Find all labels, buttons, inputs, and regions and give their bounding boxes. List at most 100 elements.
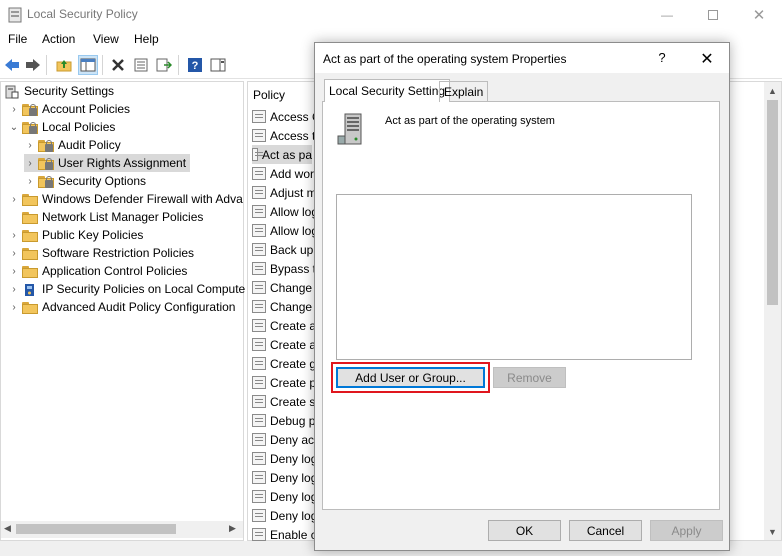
chevron-right-icon[interactable]: › <box>8 103 20 115</box>
close-window-button[interactable]: ✕ <box>736 0 782 30</box>
back-button[interactable] <box>2 55 22 75</box>
chevron-down-icon[interactable]: ⌄ <box>8 121 20 133</box>
policy-row[interactable]: Adjust m <box>252 183 317 202</box>
tree-item-software-restriction[interactable]: › Software Restriction Policies <box>8 244 194 262</box>
policy-row[interactable]: Deny log <box>252 468 317 487</box>
tab-explain[interactable]: Explain <box>439 81 489 102</box>
export-list-button[interactable] <box>154 55 174 75</box>
policy-icon <box>252 452 266 465</box>
window-title: Local Security Policy <box>27 7 138 21</box>
policy-row[interactable]: Create sy <box>252 392 321 411</box>
tree-scroll-thumb[interactable] <box>16 524 176 534</box>
tree-item-application-control[interactable]: › Application Control Policies <box>8 262 187 280</box>
tree-item-account-policies[interactable]: › Account Policies <box>8 100 130 118</box>
policy-row[interactable]: Create p <box>252 373 316 392</box>
policy-row-label: Create p <box>270 375 317 390</box>
delete-button[interactable] <box>108 55 128 75</box>
minimize-button[interactable]: — <box>644 0 690 30</box>
menu-view[interactable]: View <box>93 32 119 46</box>
policy-row[interactable]: Back up <box>252 240 313 259</box>
policy-row[interactable]: Debug p <box>252 411 315 430</box>
maximize-button[interactable] <box>690 0 736 30</box>
cancel-button[interactable]: Cancel <box>569 520 642 541</box>
policy-row[interactable]: Change t <box>252 297 319 316</box>
tree-item-windows-defender-firewall[interactable]: › Windows Defender Firewall with Adva <box>8 190 242 208</box>
policy-row[interactable]: Access th <box>252 126 322 145</box>
delete-x-icon <box>112 59 124 71</box>
scroll-left-icon[interactable]: ◀ <box>4 523 11 534</box>
scroll-right-icon[interactable]: ▶ <box>229 523 236 534</box>
policy-row[interactable]: Bypass tr <box>252 259 320 278</box>
tree-item-public-key-policies[interactable]: › Public Key Policies <box>8 226 143 244</box>
chevron-right-icon[interactable]: › <box>8 283 20 295</box>
help-button[interactable]: ? <box>185 55 205 75</box>
toolbar-separator <box>46 55 47 75</box>
menu-file[interactable]: File <box>8 32 27 46</box>
export-icon <box>156 58 172 72</box>
policy-row-label: Deny log <box>270 489 318 504</box>
policy-row[interactable]: Add wor <box>252 164 314 183</box>
tree-item-network-list-manager[interactable]: › Network List Manager Policies <box>8 208 203 226</box>
policy-icon <box>252 243 266 256</box>
chevron-right-icon[interactable]: › <box>8 247 20 259</box>
policy-row[interactable]: Create a <box>252 335 316 354</box>
policy-scroll-thumb[interactable] <box>767 100 778 305</box>
svg-text:?: ? <box>192 60 199 72</box>
policy-row-label: Allow log <box>270 223 319 238</box>
dialog-title: Act as part of the operating system Prop… <box>323 52 567 66</box>
policy-row[interactable]: Allow log <box>252 202 318 221</box>
policy-row[interactable]: Allow log <box>252 221 318 240</box>
users-groups-listbox[interactable] <box>336 194 692 360</box>
policy-row[interactable]: Access C <box>252 107 321 126</box>
close-icon: ✕ <box>752 7 766 24</box>
show-action-pane-button[interactable] <box>208 55 228 75</box>
policy-row[interactable]: Create gl <box>252 354 319 373</box>
policy-icon <box>252 110 266 123</box>
ok-button[interactable]: OK <box>488 520 561 541</box>
tree-item-advanced-audit[interactable]: › Advanced Audit Policy Configuration <box>8 298 235 316</box>
policy-column-header[interactable]: Policy <box>253 88 285 102</box>
properties-button[interactable] <box>131 55 151 75</box>
chevron-right-icon[interactable]: › <box>24 139 36 151</box>
chevron-right-icon[interactable]: › <box>8 193 20 205</box>
policy-icon <box>252 395 266 408</box>
tree-item-local-policies[interactable]: ⌄ Local Policies <box>8 118 116 136</box>
up-level-button[interactable] <box>54 55 74 75</box>
app-icon <box>8 7 22 23</box>
action-pane-icon <box>210 58 226 72</box>
add-user-or-group-button[interactable]: Add User or Group... <box>336 367 485 388</box>
forward-button[interactable] <box>23 55 43 75</box>
menu-help[interactable]: Help <box>134 32 159 46</box>
tree-item-ip-security[interactable]: › IP Security Policies on Local Compute <box>8 280 245 298</box>
dialog-help-button[interactable]: ? <box>652 50 672 65</box>
scroll-up-icon[interactable]: ▲ <box>768 86 777 96</box>
tree-item-audit-policy[interactable]: › Audit Policy <box>24 136 120 154</box>
chevron-right-icon[interactable]: › <box>8 229 20 241</box>
folder-icon <box>22 229 38 242</box>
policy-row[interactable]: Change t <box>252 278 319 297</box>
chevron-right-icon[interactable]: › <box>8 265 20 277</box>
policy-row[interactable]: Deny log <box>252 487 317 506</box>
scroll-down-icon[interactable]: ▼ <box>768 527 777 537</box>
remove-button[interactable]: Remove <box>493 367 566 388</box>
chevron-right-icon[interactable]: › <box>8 301 20 313</box>
apply-button[interactable]: Apply <box>650 520 723 541</box>
tree-item-security-settings[interactable]: Security Settings <box>4 82 114 100</box>
policy-row[interactable]: Deny acc <box>252 430 320 449</box>
chevron-right-icon[interactable]: › <box>24 175 36 187</box>
policy-row[interactable]: Deny log <box>252 449 317 468</box>
show-hide-tree-button[interactable] <box>78 55 98 75</box>
tree-item-user-rights-assignment[interactable]: › User Rights Assignment <box>24 154 190 172</box>
chevron-right-icon[interactable]: › <box>24 157 36 169</box>
tab-local-security-setting[interactable]: Local Security Setting <box>324 79 451 102</box>
menu-action[interactable]: Action <box>42 32 75 46</box>
dialog-close-button[interactable]: ✕ <box>696 49 718 69</box>
tree-item-security-options[interactable]: › Security Options <box>24 172 146 190</box>
policy-row[interactable]: Create a <box>252 316 316 335</box>
folder-icon <box>22 265 38 278</box>
folder-icon <box>22 301 38 314</box>
policy-icon <box>252 262 266 275</box>
policy-icon <box>252 376 266 389</box>
policy-row[interactable]: Deny log <box>252 506 317 525</box>
policy-row[interactable]: Act as pa <box>252 145 312 164</box>
